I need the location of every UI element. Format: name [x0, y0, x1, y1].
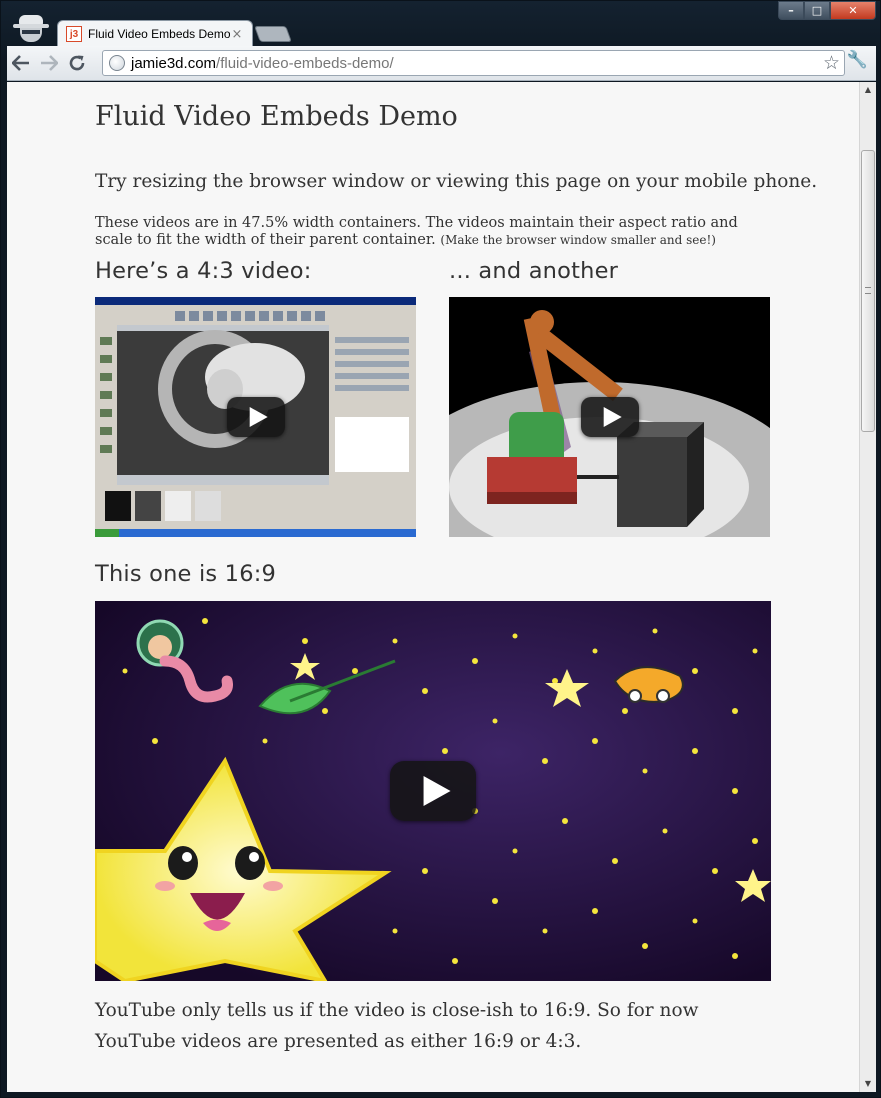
video-16x9-stars[interactable]: [95, 601, 771, 981]
incognito-icon: [13, 13, 49, 43]
minimize-button[interactable]: –: [778, 1, 804, 20]
new-tab-button[interactable]: [254, 26, 292, 42]
play-button[interactable]: [390, 761, 476, 821]
tab-close-icon[interactable]: ×: [230, 27, 244, 42]
vertical-scrollbar[interactable]: ▲ ▼: [859, 82, 876, 1092]
scroll-up-icon[interactable]: ▲: [860, 82, 876, 98]
favicon-icon: j3: [66, 26, 82, 42]
wrench-menu-icon[interactable]: 🔧: [847, 50, 868, 70]
maximize-button[interactable]: □: [804, 1, 830, 20]
reload-icon: [69, 55, 85, 71]
globe-icon: [109, 55, 125, 71]
play-button[interactable]: [580, 397, 639, 437]
scrollbar-grip-icon: [865, 287, 871, 294]
forward-arrow-icon: [41, 55, 58, 71]
description-note: (Make the browser window smaller and see…: [440, 232, 716, 247]
heading-another-video: ... and another: [449, 258, 619, 284]
back-arrow-icon: [12, 55, 29, 71]
reload-button[interactable]: [63, 49, 91, 77]
video-4x3-robot-arm[interactable]: [449, 297, 770, 537]
url-text: jamie3d.com/fluid-video-embeds-demo/: [131, 54, 394, 72]
back-button[interactable]: [7, 49, 35, 77]
play-button[interactable]: [226, 397, 285, 437]
heading-4x3-video: Here’s a 4:3 video:: [95, 258, 312, 284]
page-title: Fluid Video Embeds Demo: [95, 101, 458, 132]
bookmark-star-icon[interactable]: ☆: [823, 51, 840, 75]
lead-paragraph: Try resizing the browser window or viewi…: [95, 171, 818, 192]
footer-paragraph: YouTube only tells us if the video is cl…: [95, 1000, 699, 1052]
browser-toolbar: jamie3d.com/fluid-video-embeds-demo/ ☆ 🔧: [7, 46, 876, 81]
tab-active[interactable]: j3 Fluid Video Embeds Demo ×: [57, 20, 253, 47]
video-4x3-software[interactable]: [95, 297, 416, 537]
description-paragraph: These videos are in 47.5% width containe…: [95, 215, 738, 248]
tab-strip: j3 Fluid Video Embeds Demo × – □ ✕: [1, 1, 881, 47]
browser-window: j3 Fluid Video Embeds Demo × – □ ✕ jamie…: [0, 0, 881, 1098]
address-bar[interactable]: jamie3d.com/fluid-video-embeds-demo/ ☆: [102, 50, 845, 76]
close-window-button[interactable]: ✕: [830, 1, 876, 20]
scrollbar-thumb[interactable]: [861, 150, 875, 432]
window-controls: – □ ✕: [778, 1, 876, 21]
heading-16x9-video: This one is 16:9: [95, 561, 277, 587]
page-viewport: Fluid Video Embeds Demo Try resizing the…: [7, 82, 859, 1092]
tab-title: Fluid Video Embeds Demo: [88, 27, 230, 41]
scroll-down-icon[interactable]: ▼: [860, 1076, 876, 1092]
forward-button[interactable]: [35, 49, 63, 77]
